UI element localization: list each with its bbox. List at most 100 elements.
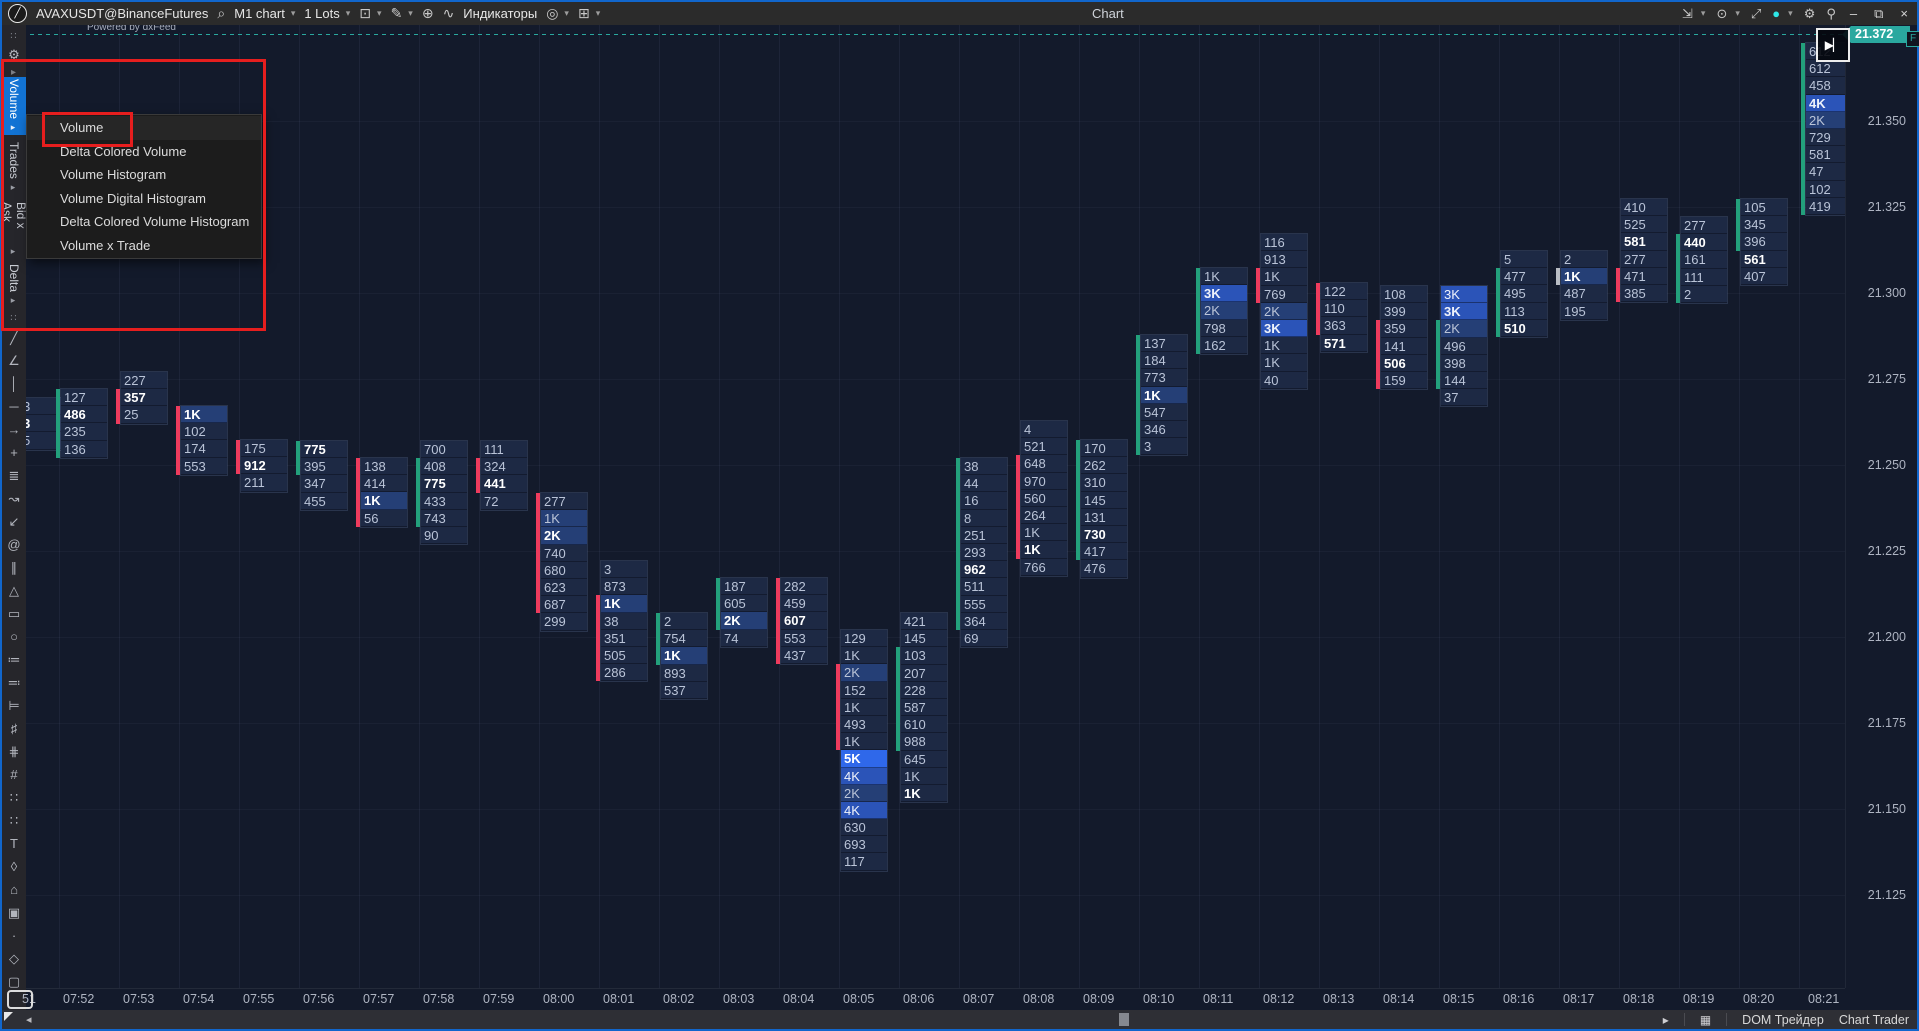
divider: [1726, 1013, 1727, 1026]
menu-item-volume-histogram[interactable]: Volume Histogram: [27, 163, 261, 187]
minimize-button[interactable]: –: [1847, 6, 1860, 21]
price-flag-button[interactable]: F: [1906, 31, 1919, 47]
dock-grip-icon[interactable]: ∷: [2, 313, 26, 324]
timeframe-selector[interactable]: M1 chart: [234, 6, 285, 21]
gear-icon[interactable]: ⚙: [1804, 6, 1816, 22]
pencil-tool-icon[interactable]: ╱: [2, 328, 26, 348]
layers-icon[interactable]: ⊞: [578, 5, 590, 22]
dom-trader-button[interactable]: DOM Трейдер: [1742, 1013, 1824, 1027]
cluster-cell: 1K: [661, 647, 707, 664]
chart-trader-button[interactable]: Chart Trader: [1839, 1013, 1909, 1027]
grip-1-tool-icon[interactable]: ∷: [2, 788, 26, 808]
cluster-cell: 144: [1441, 372, 1487, 389]
chart-plot[interactable]: Powered by dxFeed 3351274862351362273572…: [26, 25, 1845, 988]
sidebar-tab-volume[interactable]: Volume▸: [2, 77, 26, 135]
sidebar-tab-bid-x-ask[interactable]: Bid x Ask▸: [2, 200, 26, 257]
volume-profile-1-tool-icon[interactable]: ≔: [2, 650, 26, 670]
cluster-cell: 1K: [601, 595, 647, 612]
triangle-tool-icon[interactable]: △: [2, 581, 26, 601]
pattern-sharp-tool-icon[interactable]: ♯: [2, 719, 26, 739]
cross-tool-icon[interactable]: +: [2, 443, 26, 463]
restore-button[interactable]: ⧉: [1871, 6, 1886, 22]
price-axis[interactable]: 21.35021.32521.30021.27521.25021.22521.2…: [1845, 25, 1918, 988]
corner-resize-handle[interactable]: [4, 1012, 13, 1021]
record-status-icon[interactable]: ●: [1772, 6, 1780, 21]
cluster-cell: 5: [26, 432, 66, 449]
tag-tool-icon[interactable]: ◊: [2, 857, 26, 877]
cluster-cell: 417: [1081, 543, 1127, 560]
cluster-cell: 145: [901, 630, 947, 647]
monitor-icon[interactable]: ⊡: [359, 5, 371, 22]
chevron-down-icon[interactable]: ▾: [346, 8, 351, 19]
chevron-down-icon[interactable]: ▾: [1701, 8, 1706, 19]
camera-icon[interactable]: ⊙: [1716, 6, 1727, 22]
menu-item-volume[interactable]: Volume: [27, 116, 261, 140]
sidebar-tab-trades[interactable]: Trades▸: [2, 140, 26, 195]
arrow-tool-icon[interactable]: →: [2, 420, 26, 440]
zoom-in-icon[interactable]: ⊕: [422, 5, 434, 22]
footprint-column-07:53: 22735725: [121, 372, 167, 424]
chevron-down-icon[interactable]: ▾: [291, 8, 296, 19]
dock-gear-icon[interactable]: ⚙: [2, 47, 26, 63]
cluster-cell: 754: [661, 630, 707, 647]
menu-item-volume-digital-histogram[interactable]: Volume Digital Histogram: [27, 187, 261, 211]
cluster-cell: 37: [1441, 389, 1487, 406]
indicators-button[interactable]: Индикаторы: [463, 6, 537, 21]
chevron-down-icon[interactable]: ▾: [377, 8, 382, 19]
chevron-down-icon[interactable]: ▾: [596, 8, 601, 19]
sidebar-tab-delta[interactable]: Delta▸: [2, 262, 26, 307]
label-tool-icon[interactable]: ⌂: [2, 880, 26, 900]
scroll-left-icon[interactable]: ◂: [26, 1013, 32, 1026]
ellipse-tool-icon[interactable]: ○: [2, 627, 26, 647]
footprint-column-07:57: 1384141K56: [361, 458, 407, 527]
curve-tool-icon[interactable]: ↝: [2, 489, 26, 509]
chevron-down-icon[interactable]: ▾: [564, 8, 569, 19]
axis-settings-icon[interactable]: [7, 990, 33, 1009]
chevron-down-icon[interactable]: ▾: [408, 8, 413, 19]
lots-selector[interactable]: 1 Lots: [304, 6, 339, 21]
trend-arrow-tool-icon[interactable]: ↙: [2, 512, 26, 532]
scrollbar-thumb[interactable]: [1119, 1013, 1129, 1026]
volume-profile-2-tool-icon[interactable]: ≕: [2, 673, 26, 693]
cluster-cell: 38: [961, 458, 1007, 475]
menu-item-delta-colored-volume-histogram[interactable]: Delta Colored Volume Histogram: [27, 210, 261, 234]
vertical-line-tool-icon[interactable]: │: [2, 374, 26, 394]
cluster-cell: 5K: [841, 750, 887, 767]
label-filled-tool-icon[interactable]: ▣: [2, 903, 26, 923]
pin-icon[interactable]: ⚲: [1826, 6, 1836, 22]
calendar-icon[interactable]: ▦: [1700, 1013, 1711, 1027]
text-tool-icon[interactable]: T: [2, 834, 26, 854]
expand-icon[interactable]: ⤢: [1751, 6, 1761, 22]
menu-item-volume-x-trade[interactable]: Volume x Trade: [27, 234, 261, 258]
rounded-rect-tool-icon[interactable]: ▢: [2, 972, 26, 992]
rectangle-tool-icon[interactable]: ▭: [2, 604, 26, 624]
cluster-cell: 537: [661, 682, 707, 699]
chevron-down-icon[interactable]: ▾: [1788, 8, 1793, 19]
chart-line-icon[interactable]: ∿: [443, 5, 455, 22]
time-axis[interactable]: 5107:5207:5307:5407:5507:5607:5707:5807:…: [26, 988, 1845, 1011]
chevron-down-icon[interactable]: ▾: [1735, 8, 1740, 19]
symbol-selector[interactable]: AVAXUSDT@BinanceFutures: [36, 6, 208, 21]
volume-profile-3-tool-icon[interactable]: ⊨: [2, 696, 26, 716]
cluster-cell: 105: [1741, 199, 1787, 216]
dock-grip-icon[interactable]: ∷: [2, 31, 26, 42]
pencil-icon[interactable]: ✎: [391, 5, 403, 22]
spiral-tool-icon[interactable]: @: [2, 535, 26, 555]
scroll-right-icon[interactable]: ▸: [1663, 1013, 1669, 1027]
cluster-cell: 347: [301, 475, 347, 492]
grip-2-tool-icon[interactable]: ∷: [2, 811, 26, 831]
horizontal-line-tool-icon[interactable]: ─: [2, 397, 26, 417]
pattern-grid-tool-icon[interactable]: ⋕: [2, 742, 26, 762]
menu-item-delta-colored-volume[interactable]: Delta Colored Volume: [27, 140, 261, 164]
dot-tool-icon[interactable]: ·: [2, 926, 26, 946]
close-button[interactable]: ×: [1897, 6, 1911, 21]
shrink-icon[interactable]: ⇲: [1682, 6, 1693, 22]
levels-tool-icon[interactable]: ≣: [2, 466, 26, 486]
pattern-hash-tool-icon[interactable]: #: [2, 765, 26, 785]
angle-tool-icon[interactable]: ∠: [2, 351, 26, 371]
hatch-tool-icon[interactable]: ∥: [2, 558, 26, 578]
search-icon[interactable]: ⌕: [217, 5, 225, 22]
target-icon[interactable]: ◎: [546, 5, 558, 22]
cluster-cell: 740: [541, 545, 587, 562]
diamond-tool-icon[interactable]: ◇: [2, 949, 26, 969]
